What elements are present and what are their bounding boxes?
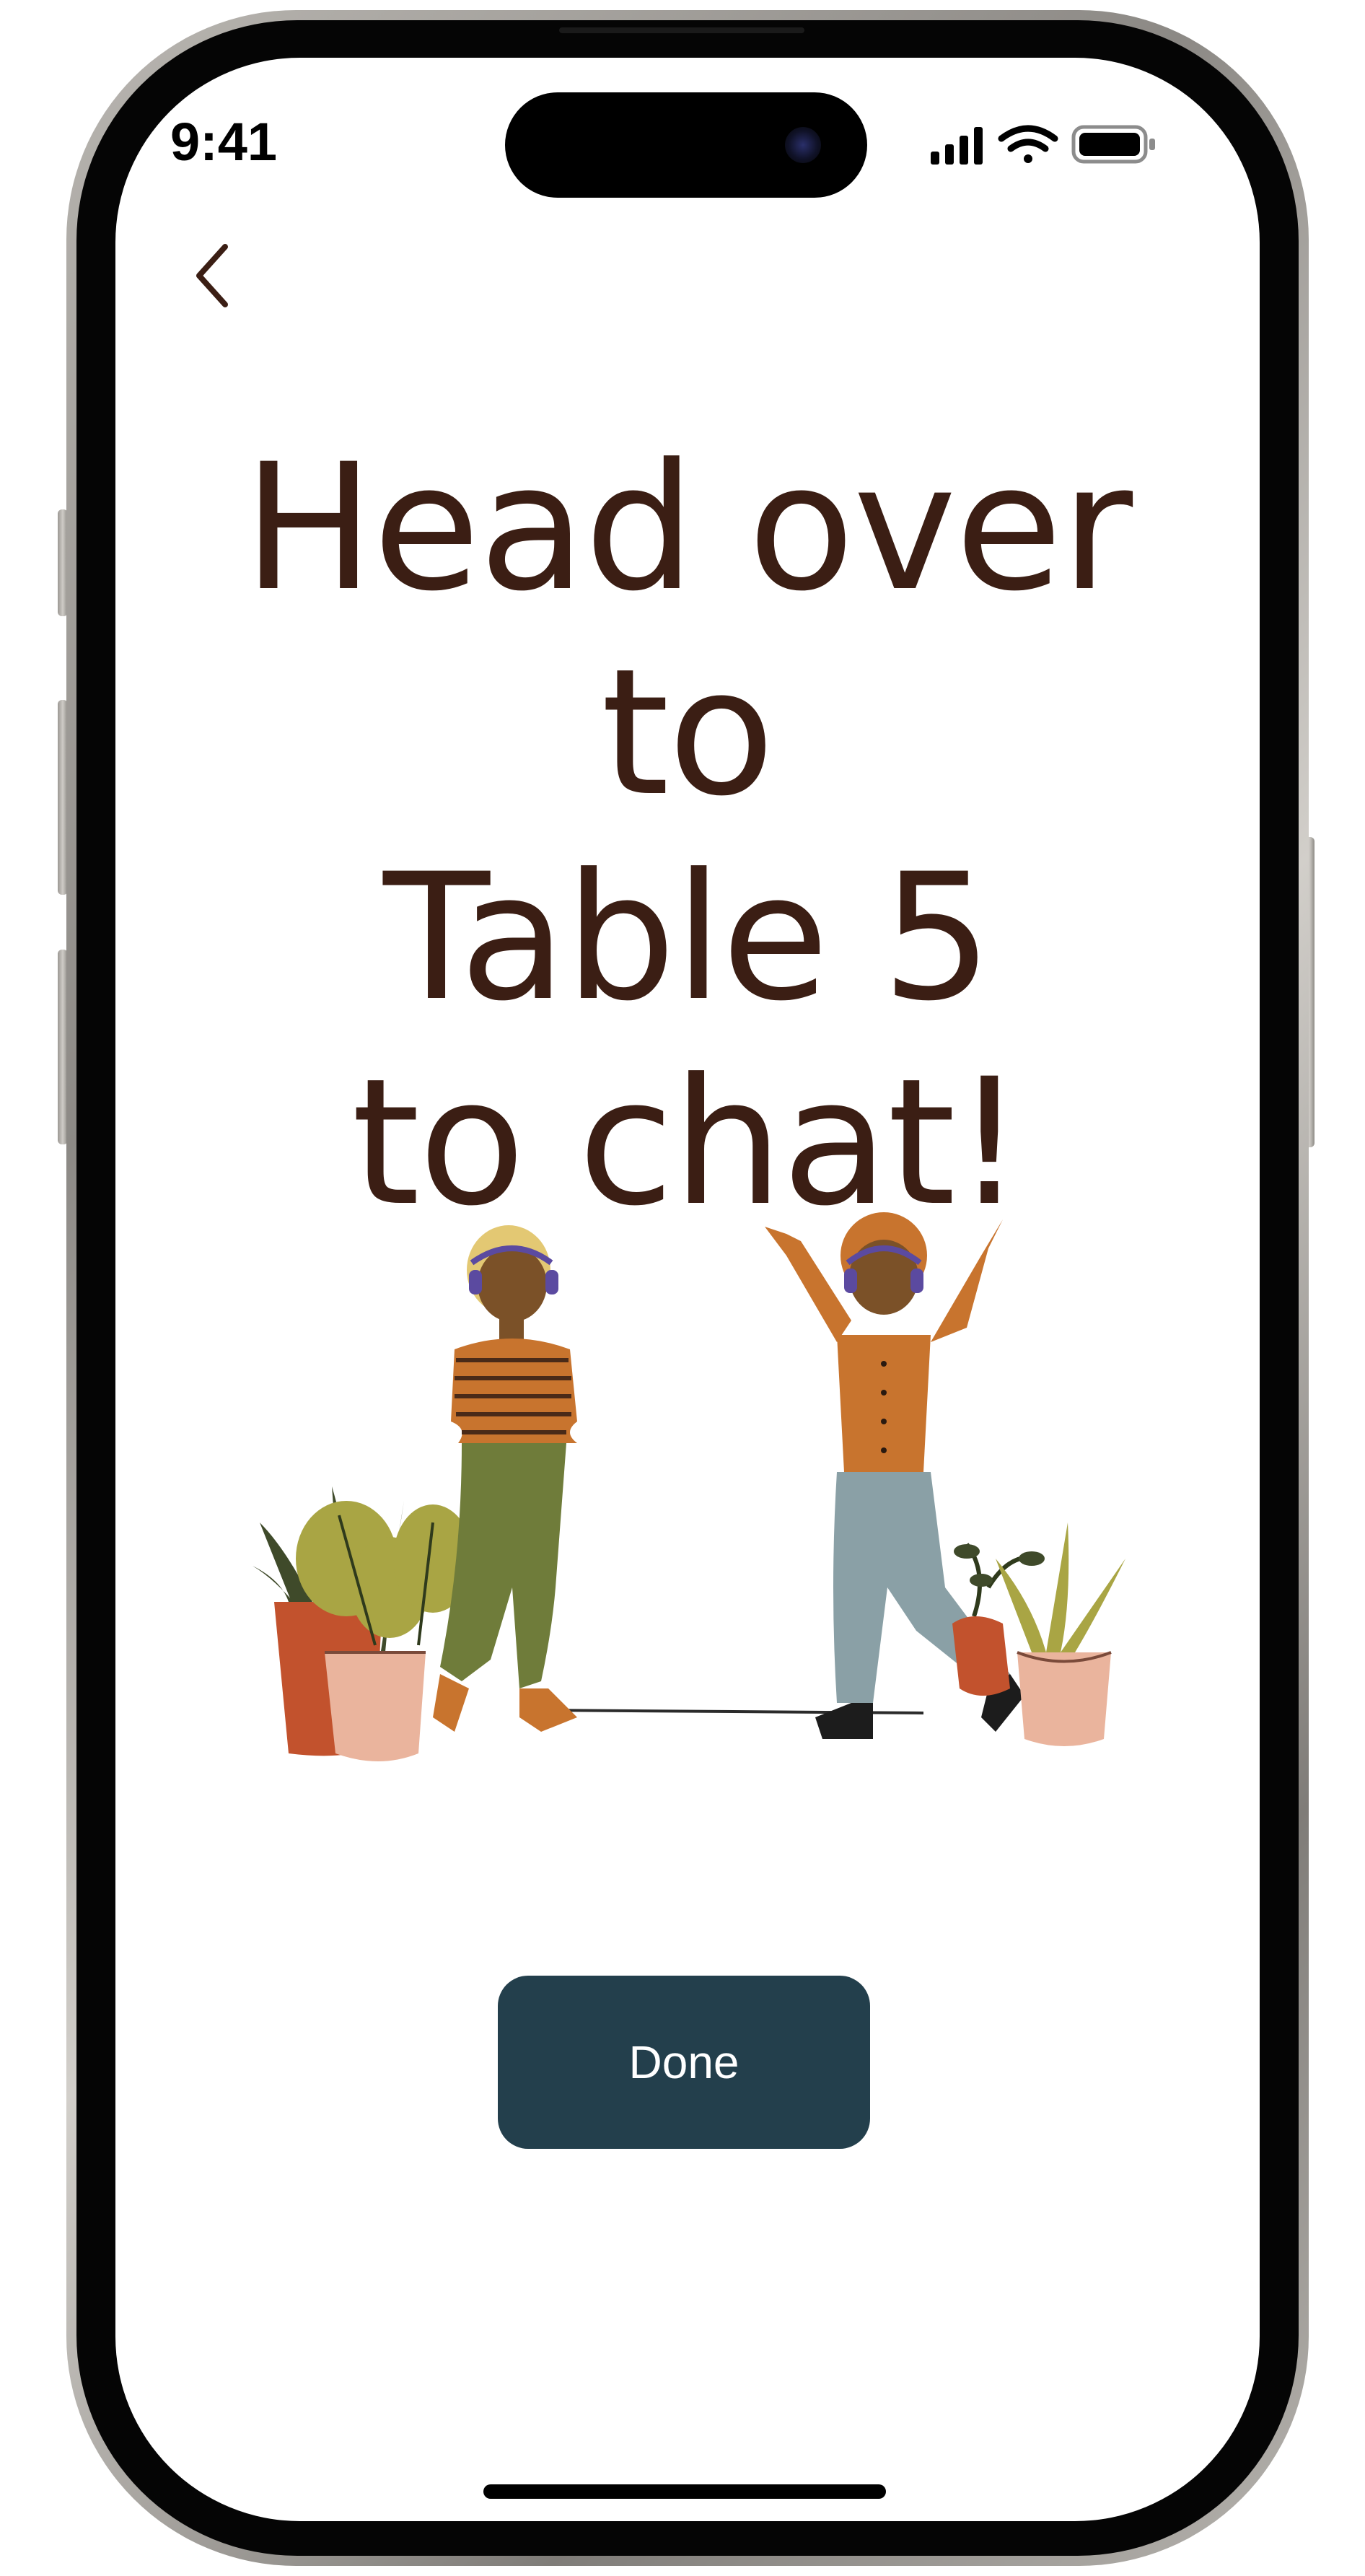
left-person [433,1225,577,1732]
earpiece-speaker [559,27,804,33]
right-plants [952,1523,1125,1746]
page-title: Head over to Table 5 to chat! [130,426,1245,1245]
status-icons [931,125,1155,165]
home-indicator[interactable] [483,2484,886,2499]
cellular-signal-icon [931,127,983,165]
device-stage: 9:41 Head over to Table 5 to chat! Done [0,0,1365,2576]
chevron-left-icon [196,244,228,307]
two-people-with-plants-illustration [253,1212,1125,1761]
front-camera [785,127,821,163]
back-button[interactable] [180,235,245,315]
headline-line-1: Head over to [242,426,1133,835]
battery-icon [1071,125,1155,164]
wifi-icon [998,125,1058,163]
status-time: 9:41 [170,112,278,172]
done-button[interactable]: Done [498,1976,870,2149]
headline-line-2: Table 5 [383,836,993,1040]
